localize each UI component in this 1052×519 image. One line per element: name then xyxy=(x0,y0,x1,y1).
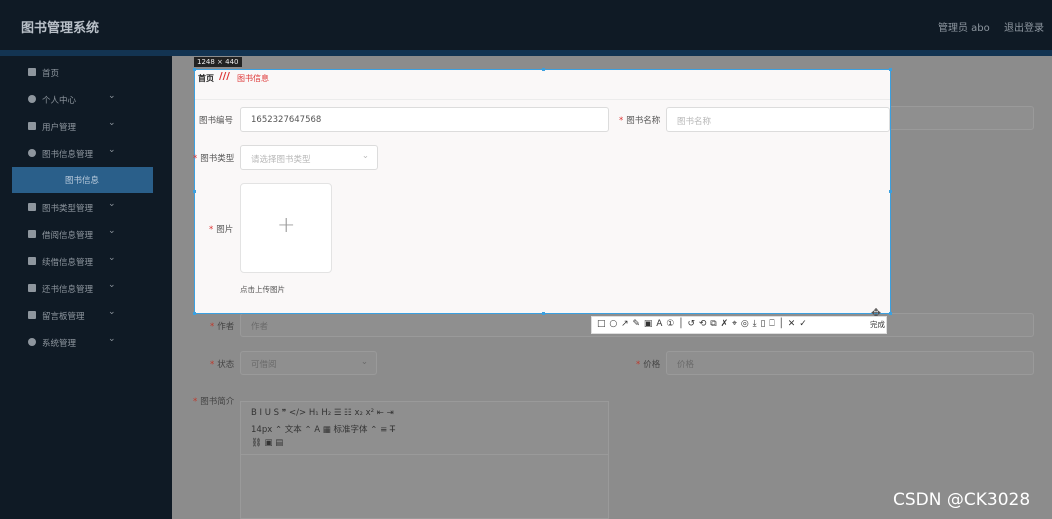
sidebar-item-message[interactable]: 留言板管理 ⌄ xyxy=(0,303,172,329)
message-icon xyxy=(28,311,36,319)
book-icon xyxy=(28,149,36,157)
book-no-label: 图书编号 xyxy=(199,116,234,126)
desc-label: * 图书简介 xyxy=(193,397,235,407)
book-no-input[interactable]: 1652327647568 xyxy=(240,107,609,132)
chevron-down-icon: ⌄ xyxy=(108,91,116,101)
grid-icon xyxy=(28,257,36,265)
watermark: CSDN @CK3028 xyxy=(893,490,1031,510)
resize-handle[interactable] xyxy=(542,312,545,315)
status-label: * 状态 xyxy=(210,360,235,370)
sidebar-item-label: 图书信息管理 xyxy=(42,150,94,160)
sidebar-item-label: 图书类型管理 xyxy=(42,204,94,214)
breadcrumb: 首页 /// 图书信息 xyxy=(195,70,890,100)
price-label: * 价格 xyxy=(636,360,661,370)
chevron-down-icon: ⌄ xyxy=(108,145,116,155)
resize-handle[interactable] xyxy=(889,190,892,193)
admin-label[interactable]: 管理员 abo xyxy=(938,19,990,34)
user-manage-icon xyxy=(28,122,36,130)
capture-size-tag: 1248 × 440 xyxy=(194,57,242,67)
top-header: 图书管理系统 管理员 abo 退出登录 xyxy=(0,0,1052,50)
chevron-down-icon: ⌄ xyxy=(360,357,368,367)
done-button[interactable]: 完成 xyxy=(870,319,885,330)
author-label: * 作者 xyxy=(210,322,235,332)
sidebar-item-book-info[interactable]: 图书信息 xyxy=(12,167,153,193)
list-icon xyxy=(28,230,36,238)
grid-icon xyxy=(28,203,36,211)
book-type-label: * 图书类型 xyxy=(193,154,235,164)
toolbar-icons[interactable]: □ ○ ↗ ✎ ▣ A ① │ ↺ ⟲ ⧉ ✗ ⌖ ◎ ⤓ ▯ ⎕ │ ✕ ✓ xyxy=(597,319,807,329)
sidebar-item-borrow[interactable]: 借阅信息管理 ⌄ xyxy=(0,222,172,248)
sidebar-item-label: 系统管理 xyxy=(42,339,77,349)
sidebar-item-system[interactable]: 系统管理 ⌄ xyxy=(0,330,172,356)
chevron-down-icon: ⌄ xyxy=(108,118,116,128)
chevron-down-icon: ⌄ xyxy=(108,280,116,290)
chevron-down-icon: ⌄ xyxy=(361,151,369,161)
sidebar-item-label: 个人中心 xyxy=(42,96,77,106)
rich-text-editor[interactable]: B I U S ❞ </> H₁ H₂ ☰ ☷ x₂ x² ⇤ ⇥ 14px ⌃… xyxy=(240,401,609,519)
editor-divider xyxy=(241,454,608,455)
sidebar-item-label: 图书信息 xyxy=(65,176,100,186)
editor-toolbar-row[interactable]: 14px ⌃ 文本 ⌃ A ▦ 标准字体 ⌃ ≡ T̶ xyxy=(251,423,395,435)
breadcrumb-home[interactable]: 首页 xyxy=(198,73,214,84)
resize-handle[interactable] xyxy=(193,312,196,315)
sidebar-item-label: 用户管理 xyxy=(42,123,77,133)
chevron-down-icon: ⌄ xyxy=(108,226,116,236)
sidebar-item-label: 留言板管理 xyxy=(42,312,85,322)
sidebar-item-label: 还书信息管理 xyxy=(42,285,94,295)
plus-icon: + xyxy=(277,213,296,238)
sidebar-item-return[interactable]: 还书信息管理 ⌄ xyxy=(0,276,172,302)
status-select[interactable]: 可借阅 ⌄ xyxy=(240,351,377,375)
sidebar-item-renew[interactable]: 续借信息管理 ⌄ xyxy=(0,249,172,275)
sidebar: 首页 个人中心 ⌄ 用户管理 ⌄ 图书信息管理 ⌄ 图书信息 图书类型管理 ⌄ … xyxy=(0,56,172,519)
sidebar-item-book-type[interactable]: 图书类型管理 ⌄ xyxy=(0,195,172,221)
capture-region[interactable]: 首页 /// 图书信息 图书编号 1652327647568 * 图书名称 图书名… xyxy=(193,68,892,320)
resize-handle[interactable] xyxy=(193,190,196,193)
editor-toolbar-row[interactable]: B I U S ❞ </> H₁ H₂ ☰ ☷ x₂ x² ⇤ ⇥ xyxy=(251,408,394,418)
app-title: 图书管理系统 xyxy=(21,21,100,36)
chat-icon xyxy=(28,284,36,292)
sidebar-item-home[interactable]: 首页 xyxy=(0,60,172,86)
chevron-down-icon: ⌄ xyxy=(108,307,116,317)
chevron-down-icon: ⌄ xyxy=(108,199,116,209)
book-type-select[interactable]: 请选择图书类型 ⌄ xyxy=(240,145,378,170)
image-upload[interactable]: + xyxy=(240,183,332,273)
book-name-input[interactable]: 图书名称 xyxy=(666,107,890,132)
settings-icon xyxy=(28,338,36,346)
breadcrumb-current: 图书信息 xyxy=(237,74,269,83)
user-icon xyxy=(28,95,36,103)
sidebar-item-profile[interactable]: 个人中心 ⌄ xyxy=(0,87,172,113)
upload-hint: 点击上传图片 xyxy=(240,285,285,294)
logout-link[interactable]: 退出登录 xyxy=(1004,19,1044,34)
sidebar-item-label: 借阅信息管理 xyxy=(42,231,94,241)
sidebar-item-users[interactable]: 用户管理 ⌄ xyxy=(0,114,172,140)
home-icon xyxy=(28,68,36,76)
chevron-down-icon: ⌄ xyxy=(108,253,116,263)
editor-toolbar-row[interactable]: ⛓ ▣ ▤ xyxy=(251,438,283,448)
resize-handle[interactable] xyxy=(889,312,892,315)
capture-toolbar: □ ○ ↗ ✎ ▣ A ① │ ↺ ⟲ ⧉ ✗ ⌖ ◎ ⤓ ▯ ⎕ │ ✕ ✓ … xyxy=(591,316,887,334)
breadcrumb-separator-icon: /// xyxy=(219,71,230,82)
image-label: * 图片 xyxy=(209,225,234,235)
price-input[interactable]: 价格 xyxy=(666,351,1034,375)
chevron-down-icon: ⌄ xyxy=(108,334,116,344)
sidebar-item-book-manage[interactable]: 图书信息管理 ⌄ xyxy=(0,141,172,167)
sidebar-item-label: 首页 xyxy=(42,69,60,79)
sidebar-item-label: 续借信息管理 xyxy=(42,258,94,268)
book-name-label: * 图书名称 xyxy=(619,116,661,126)
